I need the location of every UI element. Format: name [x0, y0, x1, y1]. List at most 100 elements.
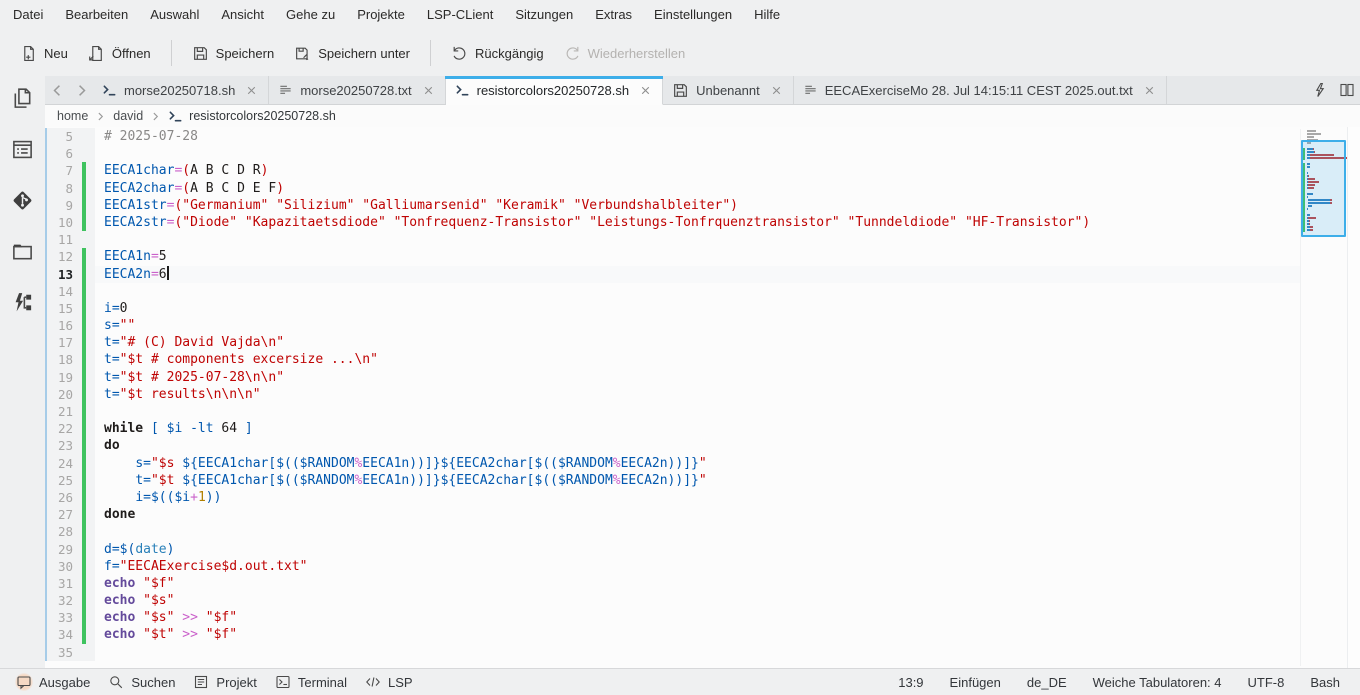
menu-projekte[interactable]: Projekte — [346, 0, 416, 30]
code-line-5[interactable]: 5# 2025-07-28 — [45, 128, 1300, 145]
tab-close-icon[interactable] — [421, 83, 436, 98]
code-text[interactable]: echo "$f" — [95, 575, 1300, 592]
code-text[interactable]: i=0 — [95, 300, 1300, 317]
code-text[interactable]: EECA1n=5 — [95, 248, 1300, 265]
code-text[interactable]: echo "$s" >> "$f" — [95, 609, 1300, 626]
code-line-28[interactable]: 28 — [45, 523, 1300, 540]
tab-close-icon[interactable] — [244, 83, 259, 98]
sidebar-tool-filesystem-icon[interactable] — [8, 236, 38, 266]
menu-bearbeiten[interactable]: Bearbeiten — [54, 0, 139, 30]
code-line-30[interactable]: 30f="EECAExercise$d.out.txt" — [45, 558, 1300, 575]
code-text[interactable]: EECA2str=("Diode" "Kapazitaetsdiode" "To… — [95, 214, 1300, 231]
status-cursor-position[interactable]: 13:9 — [888, 673, 933, 692]
öffnen-button[interactable]: Öffnen — [78, 38, 161, 69]
speichern-button[interactable]: Speichern — [182, 38, 285, 69]
sidebar-tool-symbols-icon[interactable] — [8, 134, 38, 164]
toolview-button-terminal[interactable]: Terminal — [269, 671, 355, 693]
rückgängig-button[interactable]: Rückgängig — [441, 38, 554, 69]
code-text[interactable]: # 2025-07-28 — [95, 128, 1300, 145]
code-text[interactable]: s="$s ${EECA1char[$(($RANDOM%EECA1n))]}$… — [95, 455, 1300, 472]
neu-button[interactable]: Neu — [10, 38, 78, 69]
status-encoding[interactable]: UTF-8 — [1238, 673, 1295, 692]
tab-close-icon[interactable] — [769, 83, 784, 98]
menu-datei[interactable]: Datei — [2, 0, 54, 30]
code-text[interactable]: i=$(($i+1)) — [95, 489, 1300, 506]
code-line-18[interactable]: 18t="$t # components excersize ...\n" — [45, 351, 1300, 368]
menu-ansicht[interactable]: Ansicht — [210, 0, 275, 30]
history-forward-button[interactable] — [69, 76, 93, 104]
code-line-35[interactable]: 35 — [45, 644, 1300, 661]
tab-unbenannt[interactable]: Unbenannt — [663, 76, 794, 104]
code-line-24[interactable]: 24 s="$s ${EECA1char[$(($RANDOM%EECA1n))… — [45, 455, 1300, 472]
quick-open-button[interactable] — [1306, 76, 1333, 104]
code-line-7[interactable]: 7EECA1char=(A B C D R) — [45, 162, 1300, 179]
code-text[interactable] — [95, 231, 1300, 248]
tab-close-icon[interactable] — [638, 83, 653, 98]
code-line-23[interactable]: 23do — [45, 437, 1300, 454]
code-text[interactable]: f="EECAExercise$d.out.txt" — [95, 558, 1300, 575]
menu-lsp-client[interactable]: LSP-CLient — [416, 0, 504, 30]
tab-eecaexercisemo-28-jul-14-15-11-cest-2025-out-txt[interactable]: EECAExerciseMo 28. Jul 14:15:11 CEST 202… — [794, 76, 1167, 104]
menu-gehe-zu[interactable]: Gehe zu — [275, 0, 346, 30]
code-line-22[interactable]: 22while [ $i -lt 64 ] — [45, 420, 1300, 437]
code-text[interactable]: echo "$s" — [95, 592, 1300, 609]
code-text[interactable] — [95, 283, 1300, 300]
sidebar-tool-git-icon[interactable] — [8, 185, 38, 215]
code-line-16[interactable]: 16s="" — [45, 317, 1300, 334]
code-text[interactable]: t="$t results\n\n\n" — [95, 386, 1300, 403]
code-line-17[interactable]: 17t="# (C) David Vajda\n" — [45, 334, 1300, 351]
menu-einstellungen[interactable]: Einstellungen — [643, 0, 743, 30]
tab-resistorcolors20250728-sh[interactable]: resistorcolors20250728.sh — [446, 76, 663, 105]
speichern-unter-button[interactable]: Speichern unter — [284, 38, 420, 69]
breadcrumb-current-file[interactable]: resistorcolors20250728.sh — [168, 109, 336, 124]
status-tab-mode[interactable]: Weiche Tabulatoren: 4 — [1083, 673, 1232, 692]
status-input-mode[interactable]: Einfügen — [940, 673, 1011, 692]
toolview-button-ausgabe[interactable]: Ausgabe — [10, 671, 98, 693]
code-line-21[interactable]: 21 — [45, 403, 1300, 420]
code-line-19[interactable]: 19t="$t # 2025-07-28\n\n" — [45, 369, 1300, 386]
sidebar-tool-documents-icon[interactable] — [8, 83, 38, 113]
code-text[interactable]: EECA2char=(A B C D E F) — [95, 180, 1300, 197]
tab-morse20250728-txt[interactable]: morse20250728.txt — [269, 76, 445, 104]
code-text[interactable]: t="$t # 2025-07-28\n\n" — [95, 369, 1300, 386]
menu-extras[interactable]: Extras — [584, 0, 643, 30]
code-line-27[interactable]: 27done — [45, 506, 1300, 523]
code-line-29[interactable]: 29d=$(date) — [45, 541, 1300, 558]
code-line-26[interactable]: 26 i=$(($i+1)) — [45, 489, 1300, 506]
code-line-34[interactable]: 34echo "$t" >> "$f" — [45, 626, 1300, 643]
breadcrumb-item-home[interactable]: home — [57, 109, 88, 123]
minimap-viewport[interactable] — [1301, 140, 1346, 237]
code-text[interactable]: while [ $i -lt 64 ] — [95, 420, 1300, 437]
editor[interactable]: 5# 2025-07-286 7EECA1char=(A B C D R)8EE… — [45, 127, 1360, 668]
split-view-button[interactable] — [1333, 76, 1360, 104]
code-line-11[interactable]: 11 — [45, 231, 1300, 248]
code-line-25[interactable]: 25 t="$t ${EECA1char[$(($RANDOM%EECA1n))… — [45, 472, 1300, 489]
code-text[interactable] — [95, 523, 1300, 540]
code-text[interactable]: EECA2n=6 — [95, 266, 1300, 283]
history-back-button[interactable] — [45, 76, 69, 104]
code-line-20[interactable]: 20t="$t results\n\n\n" — [45, 386, 1300, 403]
code-line-6[interactable]: 6 — [45, 145, 1300, 162]
code-line-31[interactable]: 31echo "$f" — [45, 575, 1300, 592]
code-line-13[interactable]: 13EECA2n=6 — [45, 266, 1300, 283]
status-syntax-mode[interactable]: Bash — [1300, 673, 1350, 692]
code-text[interactable]: do — [95, 437, 1300, 454]
menu-sitzungen[interactable]: Sitzungen — [504, 0, 584, 30]
code-area[interactable]: 5# 2025-07-286 7EECA1char=(A B C D R)8EE… — [45, 128, 1300, 661]
code-text[interactable] — [95, 145, 1300, 162]
code-text[interactable]: t="$t ${EECA1char[$(($RANDOM%EECA1n))]}$… — [95, 472, 1300, 489]
code-line-14[interactable]: 14 — [45, 283, 1300, 300]
code-line-12[interactable]: 12EECA1n=5 — [45, 248, 1300, 265]
code-text[interactable] — [95, 403, 1300, 420]
code-text[interactable]: done — [95, 506, 1300, 523]
toolview-button-suchen[interactable]: Suchen — [102, 671, 183, 693]
code-text[interactable]: t="$t # components excersize ...\n" — [95, 351, 1300, 368]
code-line-8[interactable]: 8EECA2char=(A B C D E F) — [45, 180, 1300, 197]
toolview-button-lsp[interactable]: LSP — [359, 671, 421, 693]
sidebar-tool-events-icon[interactable] — [8, 287, 38, 317]
code-text[interactable]: s="" — [95, 317, 1300, 334]
menu-hilfe[interactable]: Hilfe — [743, 0, 791, 30]
code-line-10[interactable]: 10EECA2str=("Diode" "Kapazitaetsdiode" "… — [45, 214, 1300, 231]
minimap-scrollbar[interactable] — [1300, 129, 1347, 666]
code-text[interactable]: echo "$t" >> "$f" — [95, 626, 1300, 643]
